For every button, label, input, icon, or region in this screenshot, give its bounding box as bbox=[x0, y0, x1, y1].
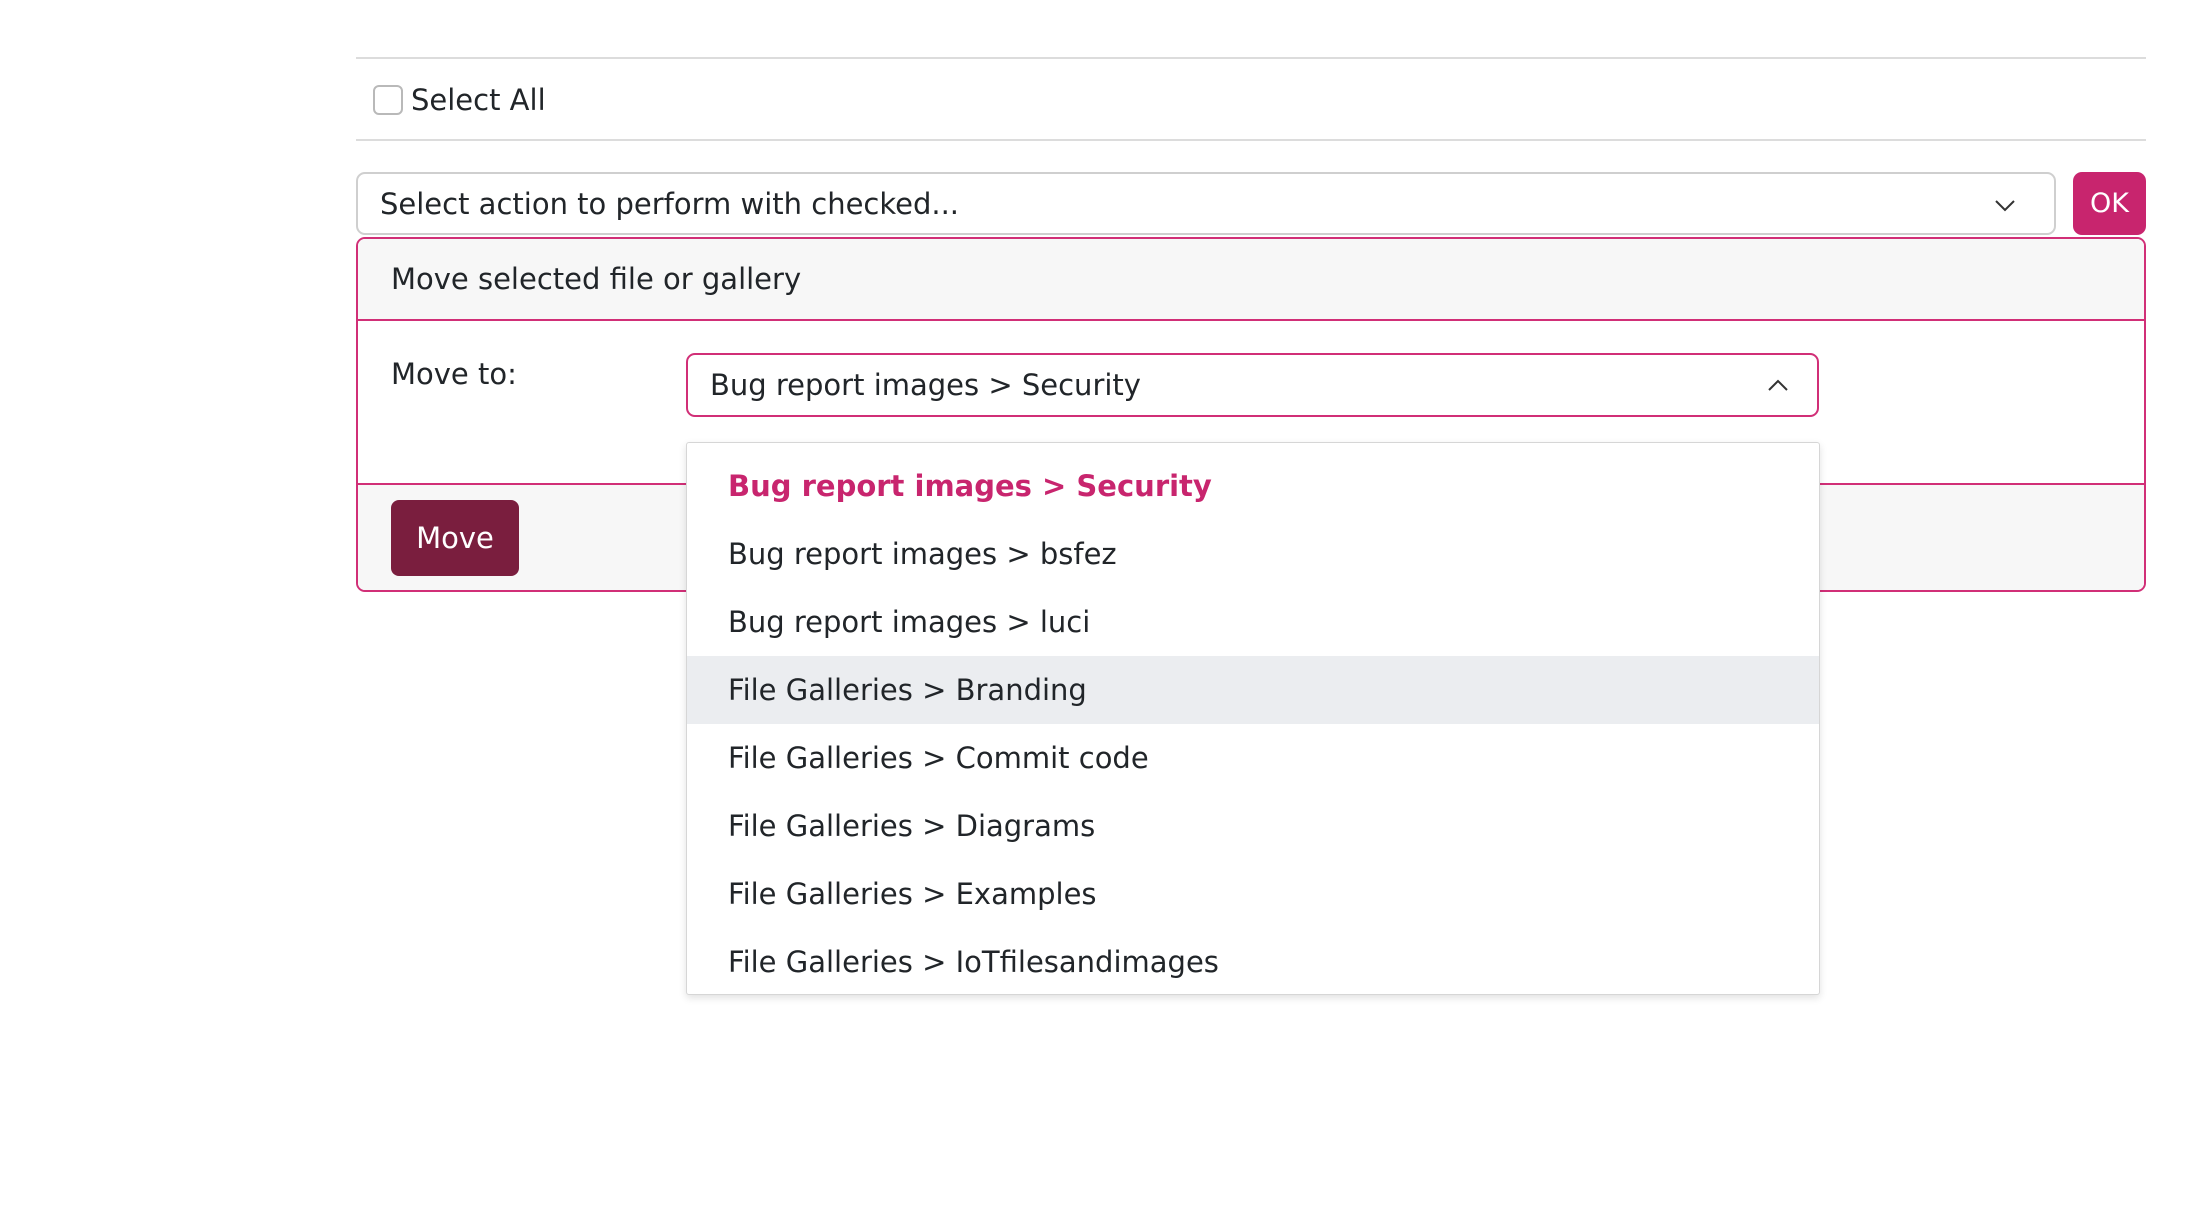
destination-select[interactable]: Bug report images > Security bbox=[686, 353, 1819, 417]
dropdown-option[interactable]: File Galleries > IoTfilesandimages bbox=[687, 928, 1819, 994]
ok-button[interactable]: OK bbox=[2073, 172, 2146, 235]
action-select-placeholder: Select action to perform with checked... bbox=[380, 186, 960, 221]
select-all-row[interactable]: Select All bbox=[373, 82, 546, 118]
dropdown-option[interactable]: File Galleries > Examples bbox=[687, 860, 1819, 928]
chevron-down-icon bbox=[1995, 200, 2015, 212]
dropdown-option[interactable]: File Galleries > Commit code bbox=[687, 724, 1819, 792]
middle-divider bbox=[356, 139, 2146, 141]
move-to-label: Move to: bbox=[391, 357, 517, 391]
dropdown-option[interactable]: Bug report images > Security bbox=[687, 452, 1819, 520]
chevron-up-icon bbox=[1768, 379, 1788, 391]
move-panel-title: Move selected file or gallery bbox=[391, 262, 802, 296]
move-button[interactable]: Move bbox=[391, 500, 519, 576]
dropdown-option[interactable]: File Galleries > Branding bbox=[687, 656, 1819, 724]
move-panel-header: Move selected file or gallery bbox=[358, 239, 2144, 321]
dropdown-option[interactable]: Bug report images > luci bbox=[687, 588, 1819, 656]
select-all-label[interactable]: Select All bbox=[411, 83, 546, 117]
dropdown-option[interactable]: Bug report images > bsfez bbox=[687, 520, 1819, 588]
dropdown-option[interactable]: File Galleries > Diagrams bbox=[687, 792, 1819, 860]
action-select[interactable]: Select action to perform with checked... bbox=[356, 172, 2056, 235]
destination-dropdown: Bug report images > Security Bug report … bbox=[686, 442, 1820, 995]
destination-select-value: Bug report images > Security bbox=[710, 368, 1141, 402]
top-divider bbox=[356, 57, 2146, 59]
select-all-checkbox[interactable] bbox=[373, 85, 403, 115]
